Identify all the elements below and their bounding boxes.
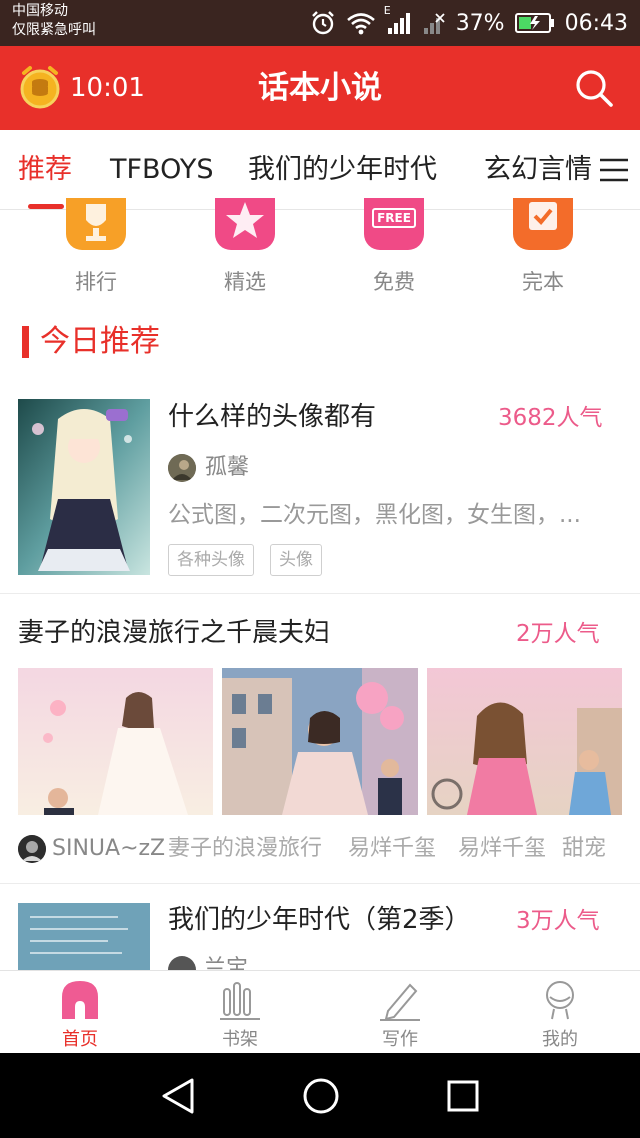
tab-recommend[interactable]: 推荐	[18, 152, 72, 188]
star-icon	[215, 198, 275, 250]
avatar[interactable]	[168, 454, 196, 482]
story-tag[interactable]: 易烊千玺	[458, 834, 546, 864]
popularity-count: 3万人气	[516, 908, 600, 934]
bottom-navigation: 首页 书架 写作 我的	[0, 970, 640, 1053]
author-row-clipped: 兰宝	[168, 956, 288, 970]
book-description: 公式图，二次元图，黑化图，女生图，...	[168, 502, 581, 528]
popularity-count: 3682人气	[498, 405, 603, 431]
home-circle-icon[interactable]	[302, 1077, 340, 1115]
author-name[interactable]: 孤馨	[205, 453, 249, 483]
wifi-icon	[346, 11, 376, 35]
signal-icon: E	[384, 4, 412, 36]
network-type: E	[383, 4, 391, 17]
avatar[interactable]	[18, 835, 46, 863]
app-bar: 10:01 话本小说	[0, 46, 640, 130]
free-icon-text: FREE	[372, 208, 416, 228]
nav-profile[interactable]: 我的	[510, 971, 610, 1054]
book-cover[interactable]	[18, 399, 150, 575]
story-image[interactable]	[222, 668, 418, 815]
category-label: 完本	[522, 270, 564, 294]
active-tab-indicator	[28, 204, 64, 209]
trophy-icon	[66, 198, 126, 250]
nav-label: 书架	[222, 1029, 258, 1050]
tab-our-youth[interactable]: 我们的少年时代	[248, 152, 437, 188]
clock-time: 06:43	[564, 10, 628, 36]
divider	[0, 883, 640, 884]
story-tag[interactable]: 易烊千玺	[348, 834, 436, 864]
book-title[interactable]: 我们的少年时代（第2季）	[168, 903, 471, 937]
quick-categories: 排行 精选 FREE 免费 完本	[0, 198, 640, 310]
back-icon[interactable]	[160, 1077, 196, 1115]
avatar[interactable]	[168, 956, 196, 970]
category-label: 精选	[224, 270, 266, 294]
book-cover[interactable]	[18, 903, 150, 970]
app-title: 话本小说	[258, 70, 382, 106]
tab-fantasy-romance[interactable]: 玄幻言情	[484, 152, 592, 188]
tab-menu-button[interactable]	[598, 156, 630, 184]
alarm-icon	[310, 10, 336, 36]
category-label: 排行	[75, 270, 117, 294]
check-icon	[513, 198, 573, 250]
recents-icon[interactable]	[446, 1079, 480, 1113]
profile-icon	[546, 981, 574, 1020]
bookshelf-icon	[220, 982, 260, 1020]
section-title: 今日推荐	[40, 324, 160, 359]
category-label: 免费	[373, 270, 415, 294]
status-bar: 中国移动 仅限紧急呼叫 E 37% 06:43	[0, 0, 640, 46]
signal-icon-2	[422, 10, 446, 36]
nav-bookshelf[interactable]: 书架	[190, 971, 290, 1054]
carrier-line1: 中国移动	[12, 3, 68, 19]
status-icons: E 37% 06:43	[310, 4, 628, 40]
nav-label: 写作	[382, 1029, 418, 1050]
menu-icon	[600, 158, 628, 182]
battery-icon	[514, 12, 555, 34]
search-button[interactable]	[572, 66, 616, 110]
search-icon	[576, 70, 613, 107]
carrier-text: 中国移动 仅限紧急呼叫	[12, 2, 96, 40]
story-image[interactable]	[427, 668, 622, 815]
nav-home[interactable]: 首页	[30, 971, 130, 1054]
nav-label: 首页	[62, 1029, 98, 1050]
tab-tfboys[interactable]: TFBOYS	[110, 152, 213, 188]
tag[interactable]: 头像	[270, 544, 322, 576]
free-icon: FREE	[364, 198, 424, 250]
popularity-count: 2万人气	[516, 621, 600, 647]
book-title[interactable]: 妻子的浪漫旅行之千晨夫妇	[18, 616, 330, 650]
author-name[interactable]: SINUA~zZ	[52, 834, 165, 864]
nav-label: 我的	[542, 1029, 578, 1050]
book-title[interactable]: 什么样的头像都有	[168, 400, 376, 434]
carrier-line2: 仅限紧急呼叫	[12, 22, 96, 38]
system-navigation-bar	[0, 1053, 640, 1138]
story-image[interactable]	[18, 668, 213, 815]
story-tag[interactable]: 甜宠	[562, 834, 606, 864]
pencil-icon	[380, 983, 420, 1021]
nav-write[interactable]: 写作	[350, 971, 450, 1054]
home-icon	[62, 981, 98, 1019]
story-tag[interactable]: 妻子的浪漫旅行	[168, 834, 322, 864]
author-name[interactable]: 兰宝	[204, 956, 248, 970]
tag[interactable]: 各种头像	[168, 544, 254, 576]
battery-percent: 37%	[455, 10, 505, 36]
divider	[0, 593, 640, 594]
section-accent-bar	[22, 326, 29, 358]
